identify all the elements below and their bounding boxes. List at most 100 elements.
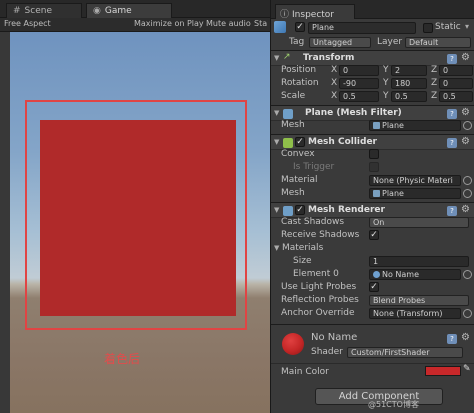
- convex-checkbox[interactable]: [369, 149, 379, 159]
- info-icon: ⓘ: [280, 10, 290, 20]
- collapse-triangle-icon: ▼: [274, 206, 280, 214]
- gear-icon[interactable]: ⚙: [461, 204, 470, 215]
- object-picker-icon[interactable]: [463, 121, 472, 130]
- tab-inspector[interactable]: ⓘ Inspector: [275, 4, 355, 20]
- reflection-probes-label: Reflection Probes: [281, 295, 359, 305]
- collider-mesh-field[interactable]: Plane: [369, 188, 461, 199]
- help-icon[interactable]: ?: [447, 54, 457, 64]
- eyedropper-icon[interactable]: ✎: [463, 364, 471, 374]
- object-picker-icon[interactable]: [463, 176, 472, 185]
- watermark: @51CTO博客: [368, 400, 419, 409]
- scene-icon: #: [13, 6, 21, 16]
- mesh-filter-icon: [283, 109, 293, 119]
- viewport-caption: 着色后: [104, 352, 141, 366]
- game-toolbar: Free Aspect Maximize on Play Mute audio …: [0, 18, 270, 32]
- tab-inspector-label: Inspector: [292, 10, 334, 20]
- static-checkbox[interactable]: [423, 23, 433, 33]
- position-y-field[interactable]: 2: [391, 65, 427, 76]
- element0-field[interactable]: No Name: [369, 269, 461, 280]
- light-probes-label: Use Light Probes: [281, 282, 357, 292]
- collapse-triangle-icon: ▼: [274, 138, 280, 146]
- tag-dropdown[interactable]: Untagged: [309, 37, 371, 48]
- game-icon: ◉: [93, 6, 101, 16]
- editor-tab-bar: # Scene ◉ Game: [0, 0, 270, 18]
- object-picker-icon[interactable]: [463, 189, 472, 198]
- main-color-swatch[interactable]: [425, 366, 461, 376]
- cast-shadows-label: Cast Shadows: [281, 217, 345, 227]
- physic-material-field[interactable]: None (Physic Materi: [369, 175, 461, 186]
- position-x-field[interactable]: 0: [339, 65, 379, 76]
- layer-dropdown[interactable]: Default: [405, 37, 471, 48]
- help-icon[interactable]: ?: [447, 206, 457, 216]
- rotation-y-field[interactable]: 180: [391, 78, 427, 89]
- position-row: Position X0 Y2 Z0: [271, 64, 474, 77]
- rotation-x-field[interactable]: -90: [339, 78, 379, 89]
- divider: [271, 363, 474, 364]
- mesh-renderer-icon: [283, 206, 293, 216]
- reflection-probes-dropdown[interactable]: Blend Probes: [369, 295, 469, 306]
- receive-shadows-row: Receive Shadows ✓: [271, 229, 474, 242]
- mute-audio-toggle[interactable]: Mute audio: [206, 19, 251, 28]
- anchor-override-label: Anchor Override: [281, 308, 355, 318]
- size-label: Size: [293, 256, 312, 266]
- mesh-filter-mesh-row: Mesh Plane: [271, 119, 474, 132]
- gear-icon[interactable]: ⚙: [461, 107, 470, 118]
- help-icon[interactable]: ?: [447, 109, 457, 119]
- divider: [271, 324, 474, 325]
- collapse-triangle-icon: ▼: [274, 54, 280, 62]
- mesh-renderer-enabled-checkbox[interactable]: ✓: [295, 205, 305, 215]
- shader-label: Shader: [311, 347, 343, 357]
- rotation-z-field[interactable]: 0: [439, 78, 473, 89]
- collider-mesh-row: Mesh Plane: [271, 187, 474, 200]
- collider-material-row: Material None (Physic Materi: [271, 174, 474, 187]
- scale-row: Scale X 0.5 Y 0.5 Z 0.5: [271, 90, 474, 103]
- light-probes-checkbox[interactable]: ✓: [369, 282, 379, 292]
- tab-scene[interactable]: # Scene: [6, 3, 82, 18]
- convex-row: Convex: [271, 148, 474, 161]
- element0-row: Element 0 No Name: [271, 268, 474, 281]
- object-picker-icon[interactable]: [463, 270, 472, 279]
- help-icon[interactable]: ?: [447, 138, 457, 148]
- material-name: No Name: [311, 332, 358, 343]
- stats-toggle[interactable]: Sta: [254, 19, 267, 28]
- convex-label: Convex: [281, 149, 315, 159]
- scale-x-field[interactable]: 0.5: [339, 91, 379, 102]
- position-z-field[interactable]: 0: [439, 65, 473, 76]
- inspector-tab-bar: ⓘ Inspector: [271, 0, 474, 20]
- cast-shadows-dropdown[interactable]: On: [369, 217, 469, 228]
- shader-dropdown[interactable]: Custom/FirstShader: [347, 347, 463, 358]
- game-viewport[interactable]: 着色后: [10, 32, 270, 413]
- mesh-label: Mesh: [281, 120, 305, 130]
- mesh-field[interactable]: Plane: [369, 120, 461, 131]
- maximize-on-play-toggle[interactable]: Maximize on Play: [134, 19, 204, 28]
- anchor-override-row: Anchor Override None (Transform): [271, 307, 474, 320]
- expand-triangle-icon: ▼: [274, 244, 280, 252]
- material-preview-sphere: [282, 333, 304, 355]
- anchor-override-field[interactable]: None (Transform): [369, 308, 461, 319]
- object-name-field[interactable]: Plane: [308, 22, 416, 34]
- transform-title: Transform: [303, 53, 355, 63]
- help-icon[interactable]: ?: [447, 334, 457, 344]
- gear-icon[interactable]: ⚙: [461, 332, 470, 343]
- transform-icon: ↗: [283, 52, 291, 62]
- mesh-icon: [373, 190, 380, 197]
- active-checkbox[interactable]: ✓: [295, 22, 305, 32]
- receive-shadows-checkbox[interactable]: ✓: [369, 230, 379, 240]
- gear-icon[interactable]: ⚙: [461, 136, 470, 147]
- scale-y-field[interactable]: 0.5: [391, 91, 427, 102]
- mesh-collider-enabled-checkbox[interactable]: ✓: [295, 137, 305, 147]
- gear-icon[interactable]: ⚙: [461, 52, 470, 63]
- position-label: Position: [281, 65, 317, 75]
- materials-size-field[interactable]: 1: [369, 256, 469, 267]
- aspect-dropdown[interactable]: Free Aspect: [4, 19, 51, 28]
- static-dropdown-icon[interactable]: ▾: [465, 22, 469, 31]
- shaded-plane: [40, 120, 236, 316]
- materials-row[interactable]: ▼ Materials: [271, 242, 474, 255]
- element0-value: No Name: [382, 270, 420, 279]
- scale-z-field[interactable]: 0.5: [439, 91, 473, 102]
- gameobject-icon: [274, 21, 286, 33]
- collapse-triangle-icon: ▼: [274, 109, 280, 117]
- object-picker-icon[interactable]: [463, 309, 472, 318]
- tag-layer-row: Tag Untagged Layer Default: [271, 36, 474, 49]
- tab-game[interactable]: ◉ Game: [86, 3, 172, 18]
